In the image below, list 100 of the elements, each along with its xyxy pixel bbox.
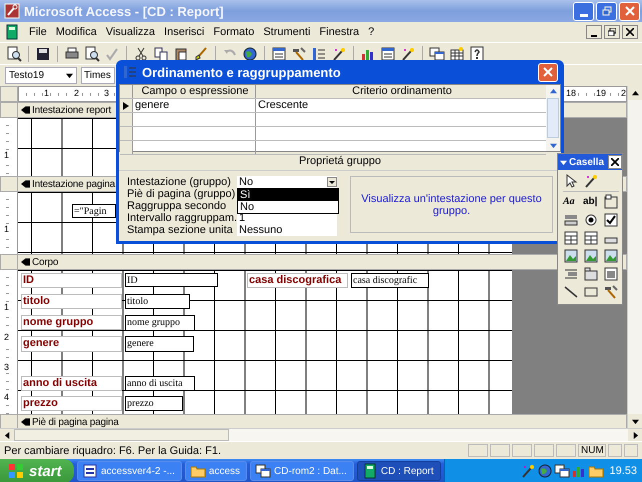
group-icon[interactable] [603,194,619,210]
property-dropdown[interactable]: No [237,176,337,188]
menu-item[interactable]: Strumenti [263,26,310,38]
status-pane [468,444,488,457]
combo-icon[interactable] [563,230,579,246]
scissors-icon[interactable] [133,46,149,62]
vertical-ruler: 1 2 3 4 [0,270,18,414]
globe-icon[interactable] [242,46,258,62]
frame-icon[interactable] [603,248,619,264]
close-icon [626,28,634,36]
label-control[interactable]: nome gruppo [21,315,122,330]
hammer-icon[interactable] [291,46,307,62]
preview-icon[interactable] [84,46,100,62]
minimize-button[interactable] [586,25,602,39]
image-icon[interactable] [563,248,579,264]
checkmark-icon[interactable] [104,46,120,62]
scrollbar-thumb[interactable] [14,429,229,441]
clipboard-icon[interactable] [173,46,189,62]
hammer-icon[interactable] [603,284,619,300]
menu-item[interactable]: Visualizza [106,26,156,38]
label-control[interactable]: titolo [21,294,122,309]
row-selector[interactable] [120,99,133,112]
radio-icon[interactable] [583,212,599,228]
wand-icon[interactable] [331,46,347,62]
magnifier-icon[interactable] [6,46,22,62]
taskbar-button[interactable]: access [184,461,248,481]
label-control[interactable]: anno di uscita [21,376,122,391]
textbox-control[interactable]: anno di uscita [125,376,195,391]
pointer-icon [123,102,129,110]
frame-icon[interactable] [583,248,599,264]
label-control[interactable]: casa discografica [247,273,348,288]
dropdown-option[interactable]: No [238,201,338,213]
subform-icon[interactable] [603,266,619,282]
list-icon[interactable] [311,46,327,62]
vertical-scrollbar[interactable] [627,86,642,428]
menu-item[interactable]: Modifica [56,26,97,38]
restore-button[interactable] [604,25,620,39]
label-control[interactable]: ID [21,273,122,288]
close-button[interactable] [622,25,638,39]
vertical-ruler: 1 [0,192,18,254]
dropdown-arrow-icon [66,72,73,79]
font-dropdown[interactable]: Times [81,67,115,84]
form-icon[interactable] [380,46,396,62]
scrollbar-thumb[interactable] [547,98,559,138]
toolbox-title: Casella [569,156,606,168]
taskbar-button[interactable]: CD : Report [356,461,441,481]
taskbar-button[interactable]: CD-rom2 : Dat... [250,461,354,481]
wand-icon[interactable] [583,173,599,189]
column-header[interactable]: Campo o espressione [133,85,256,98]
close-icon [624,6,634,16]
scroll-right-icon [632,432,638,438]
property-value[interactable]: Nessuno [237,224,337,236]
menu-item[interactable]: Formato [213,26,254,38]
dropdown-option[interactable]: Sì [238,189,338,201]
table-cell[interactable]: genere [133,99,256,112]
textbox-control[interactable]: genere [125,336,194,352]
status-pane [556,444,576,457]
section-title: Intestazione pagina [32,178,115,190]
brush-icon[interactable] [193,46,209,62]
window-icon[interactable] [271,46,287,62]
tab-icon[interactable] [583,266,599,282]
textbox-control[interactable]: ID [125,273,218,287]
printer-icon[interactable] [64,46,80,62]
textbox-control[interactable]: casa discografic [351,273,429,288]
globe-icon[interactable] [537,463,554,479]
textbox-control[interactable]: titolo [125,294,190,309]
clock: 19.53 [609,465,637,477]
menu-item[interactable]: Inserisci [164,26,204,38]
label-control[interactable]: prezzo [21,396,122,411]
line-icon[interactable] [563,284,579,300]
windows-icon[interactable] [429,46,445,62]
wand-icon[interactable] [400,46,416,62]
arrow-icon [21,418,30,426]
textbox-control[interactable]: ="Pagin [72,204,116,218]
floppy-icon[interactable] [35,46,51,62]
scroll-down-icon [632,418,638,424]
computers-icon[interactable] [554,463,570,479]
wand-icon[interactable] [520,463,536,479]
object-dropdown[interactable]: Testo19 [5,67,77,84]
vertical-scrollbar[interactable] [546,85,560,151]
menu-item[interactable]: File [29,26,47,38]
table-cell[interactable]: Crescente [256,99,546,112]
textbox-control[interactable]: nome gruppo [125,315,195,331]
close-button[interactable] [608,155,622,169]
label-tool[interactable]: Aa [563,194,579,210]
toolbox-title-bar[interactable]: Casella [558,154,622,170]
textbox-control[interactable]: prezzo [125,396,183,411]
label-control[interactable]: genere [21,336,122,352]
toggle-icon[interactable] [563,212,579,228]
help-icon[interactable] [469,46,485,62]
menu-item[interactable]: ? [368,26,374,38]
column-header[interactable]: Criterio ordinamento [256,85,546,98]
textbox-tool[interactable]: ab| [583,194,599,210]
taskbar-button[interactable]: accessver4-2 -... [77,461,182,481]
horizontal-scrollbar[interactable] [0,428,642,441]
checkbox-icon[interactable] [603,212,619,228]
menu-item[interactable]: Finestra [319,26,360,38]
report-icon [362,463,378,479]
grid-icon[interactable] [449,46,465,62]
listbox-icon[interactable] [583,230,599,246]
